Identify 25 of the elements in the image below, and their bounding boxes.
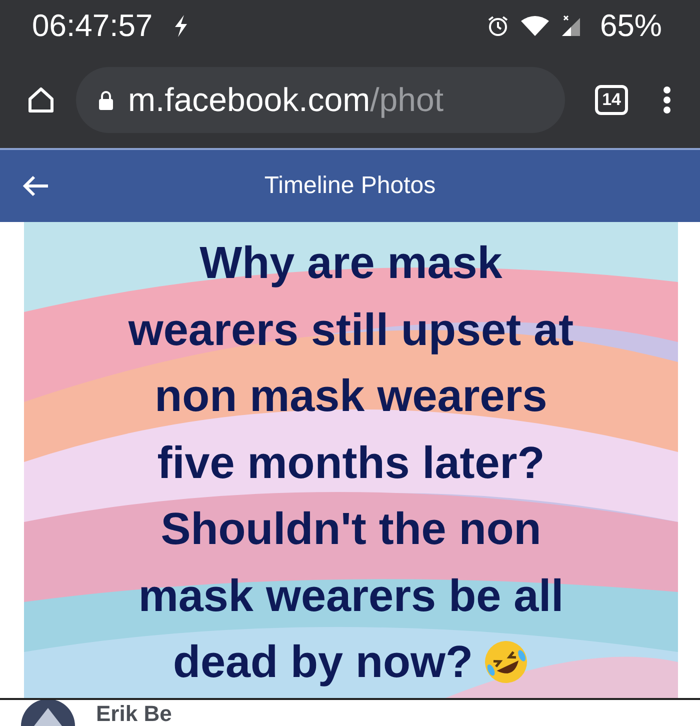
meme-text-line: dead by now? — [172, 629, 529, 696]
clock-time: 06:47:57 — [32, 8, 153, 44]
url-path: /phot — [370, 81, 444, 118]
meme-text-line: Why are mask — [200, 236, 502, 290]
wifi-icon — [520, 15, 550, 37]
alarm-icon — [486, 14, 510, 38]
meme-text-line: five months later? — [157, 436, 545, 490]
meme-text-line: non mask wearers — [154, 369, 548, 423]
meme-text-line: mask wearers be all — [138, 568, 564, 622]
menu-icon[interactable] — [662, 85, 672, 115]
meme-text-line: Shouldn't the non — [160, 502, 542, 556]
back-arrow-icon[interactable] — [22, 175, 50, 197]
avatar-icon — [20, 700, 76, 726]
url-host: m.facebook.com — [128, 81, 370, 118]
meme-text-line: wearers still upset at — [128, 302, 574, 356]
signal-icon — [560, 14, 582, 38]
address-bar[interactable]: m.facebook.com/phot — [76, 67, 566, 133]
page-title: Timeline Photos — [264, 172, 436, 200]
lightning-icon — [172, 15, 189, 37]
battery-percent: 65% — [600, 8, 662, 44]
lock-icon — [98, 90, 114, 110]
tab-count-button[interactable]: 14 — [595, 85, 628, 115]
home-icon[interactable] — [26, 85, 56, 115]
laughing-emoji-icon — [483, 639, 529, 686]
author-name[interactable]: Erik Be — [96, 702, 172, 726]
